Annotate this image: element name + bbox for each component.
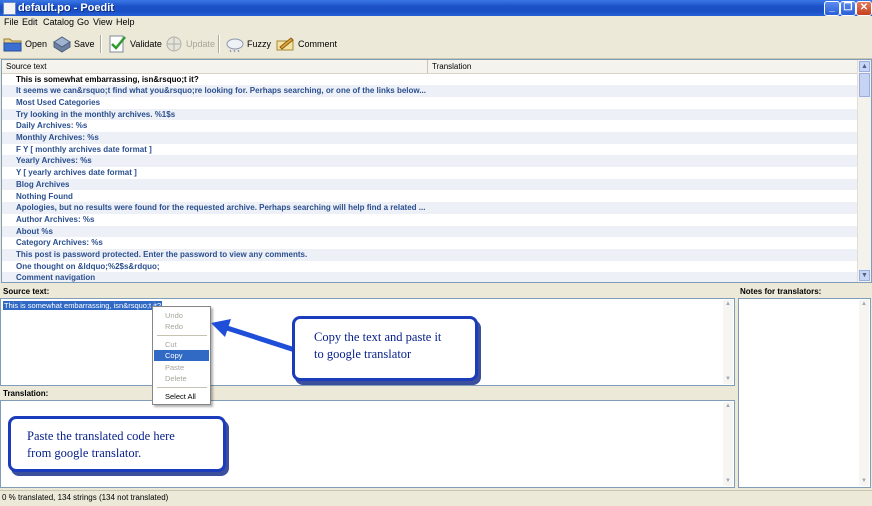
context-menu-delete[interactable]: Delete (154, 373, 209, 384)
validate-button[interactable]: Validate (108, 33, 162, 55)
copy-instruction-line2: to google translator (314, 347, 412, 361)
paste-instruction-line2: from google translator. (27, 446, 142, 460)
string-row[interactable]: Category Archives: %s (2, 237, 858, 249)
open-button[interactable]: Open (3, 33, 47, 55)
list-vertical-scrollbar[interactable]: ▲ ▼ (857, 60, 871, 282)
paste-instruction-line1: Paste the translated code here (27, 429, 175, 443)
string-row[interactable]: Try looking in the monthly archives. %1$… (2, 108, 858, 121)
menu-catalog[interactable]: Catalog (43, 17, 74, 27)
string-row[interactable]: Author Archives: %s (2, 214, 858, 226)
string-row[interactable]: About %s (2, 225, 858, 238)
save-disk-icon (52, 35, 71, 53)
title-bar: default.po - Poedit _ ❐ ✕ (0, 0, 872, 16)
toolbar-separator (100, 35, 102, 53)
toolbar: Open Save Validate Update Fuzzy Comment (0, 30, 872, 59)
validate-check-icon (108, 35, 126, 53)
copy-instruction-line1: Copy the text and paste it (314, 330, 442, 344)
string-row[interactable]: Most Used Categories (2, 97, 858, 109)
scroll-up-icon[interactable]: ▲ (723, 402, 733, 411)
open-label: Open (25, 39, 48, 49)
context-menu-undo[interactable]: Undo (154, 310, 209, 321)
string-row[interactable]: Blog Archives (2, 178, 858, 191)
scroll-up-icon[interactable]: ▲ (723, 300, 733, 309)
scroll-thumb[interactable] (859, 73, 870, 97)
translation-scrollbar[interactable]: ▲ ▼ (723, 402, 733, 486)
string-row[interactable]: Apologies, but no results were found for… (2, 202, 858, 214)
comment-pencil-icon (276, 35, 294, 53)
poedit-app-icon (3, 2, 16, 15)
column-divider[interactable] (427, 60, 428, 73)
notes-label: Notes for translators: (740, 287, 822, 296)
menu-view[interactable]: View (93, 17, 112, 27)
comment-label: Comment (298, 39, 338, 49)
fuzzy-label: Fuzzy (247, 39, 272, 49)
string-row[interactable]: Nothing Found (2, 191, 858, 203)
notes-for-translators-field[interactable]: ▲ ▼ (738, 298, 871, 488)
string-row[interactable]: Monthly Archives: %s (2, 132, 858, 144)
context-menu-redo[interactable]: Redo (154, 321, 209, 332)
validate-label: Validate (130, 39, 162, 49)
copy-instruction-callout: Copy the text and paste it to google tra… (292, 316, 478, 381)
source-text-selection[interactable]: This is somewhat embarrassing, isn&rsquo… (3, 301, 163, 310)
update-button[interactable]: Update (164, 33, 215, 55)
string-row[interactable]: This is somewhat embarrassing, isn&rsquo… (2, 74, 858, 86)
toolbar-separator (218, 35, 220, 53)
context-menu-select-all[interactable]: Select All (154, 391, 209, 402)
fuzzy-cloud-icon (225, 35, 244, 53)
string-row[interactable]: Comment navigation (2, 272, 858, 282)
minimize-button[interactable]: _ (824, 1, 840, 16)
scroll-down-icon[interactable]: ▼ (723, 375, 733, 384)
column-source-text[interactable]: Source text (6, 62, 46, 71)
source-scrollbar[interactable]: ▲ ▼ (723, 300, 733, 384)
context-menu-paste[interactable]: Paste (154, 362, 209, 373)
menu-bar: File Edit Catalog Go View Help (0, 16, 872, 30)
save-button[interactable]: Save (52, 33, 95, 55)
close-button[interactable]: ✕ (856, 1, 872, 16)
string-row[interactable]: Yearly Archives: %s (2, 155, 858, 168)
fuzzy-button[interactable]: Fuzzy (225, 33, 271, 55)
update-label: Update (186, 39, 216, 49)
open-folder-icon (3, 35, 22, 53)
string-row[interactable]: It seems we can&rsquo;t find what you&rs… (2, 85, 858, 97)
string-row[interactable]: F Y [ monthly archives date format ] (2, 144, 858, 156)
menu-file[interactable]: File (4, 17, 19, 27)
scroll-up-arrow-icon[interactable]: ▲ (859, 61, 870, 72)
comment-button[interactable]: Comment (276, 33, 337, 55)
window-title: default.po - Poedit (18, 2, 114, 14)
context-menu: Undo Redo Cut Copy Paste Delete Select A… (152, 306, 211, 405)
string-row[interactable]: This post is password protected. Enter t… (2, 249, 858, 261)
update-globe-icon (164, 35, 182, 53)
annotation-arrow (211, 319, 298, 353)
menu-separator (157, 387, 207, 388)
strings-list[interactable]: Source text Translation This is somewhat… (1, 59, 872, 283)
scroll-down-icon[interactable]: ▼ (723, 477, 733, 486)
notes-scrollbar[interactable]: ▲ ▼ (859, 300, 869, 486)
scroll-down-arrow-icon[interactable]: ▼ (859, 270, 870, 281)
menu-separator (157, 335, 207, 336)
string-row[interactable]: Daily Archives: %s (2, 120, 858, 132)
string-row[interactable]: One thought on &ldquo;%2$s&rdquo; (2, 261, 858, 273)
translation-label: Translation: (3, 389, 49, 398)
restore-button[interactable]: ❐ (840, 1, 856, 16)
paste-instruction-callout: Paste the translated code here from goog… (8, 416, 226, 472)
source-text-label: Source text: (3, 287, 50, 296)
context-menu-copy[interactable]: Copy (154, 350, 209, 361)
menu-go[interactable]: Go (77, 17, 89, 27)
column-translation[interactable]: Translation (432, 62, 471, 71)
scroll-down-icon[interactable]: ▼ (859, 477, 869, 486)
status-bar: 0 % translated, 134 strings (134 not tra… (0, 490, 872, 506)
save-label: Save (74, 39, 95, 49)
list-header: Source text Translation (2, 60, 858, 74)
menu-help[interactable]: Help (116, 17, 135, 27)
string-row[interactable]: Y [ yearly archives date format ] (2, 167, 858, 179)
menu-edit[interactable]: Edit (22, 17, 38, 27)
context-menu-cut[interactable]: Cut (154, 339, 209, 350)
scroll-up-icon[interactable]: ▲ (859, 300, 869, 309)
status-text: 0 % translated, 134 strings (134 not tra… (2, 493, 169, 502)
